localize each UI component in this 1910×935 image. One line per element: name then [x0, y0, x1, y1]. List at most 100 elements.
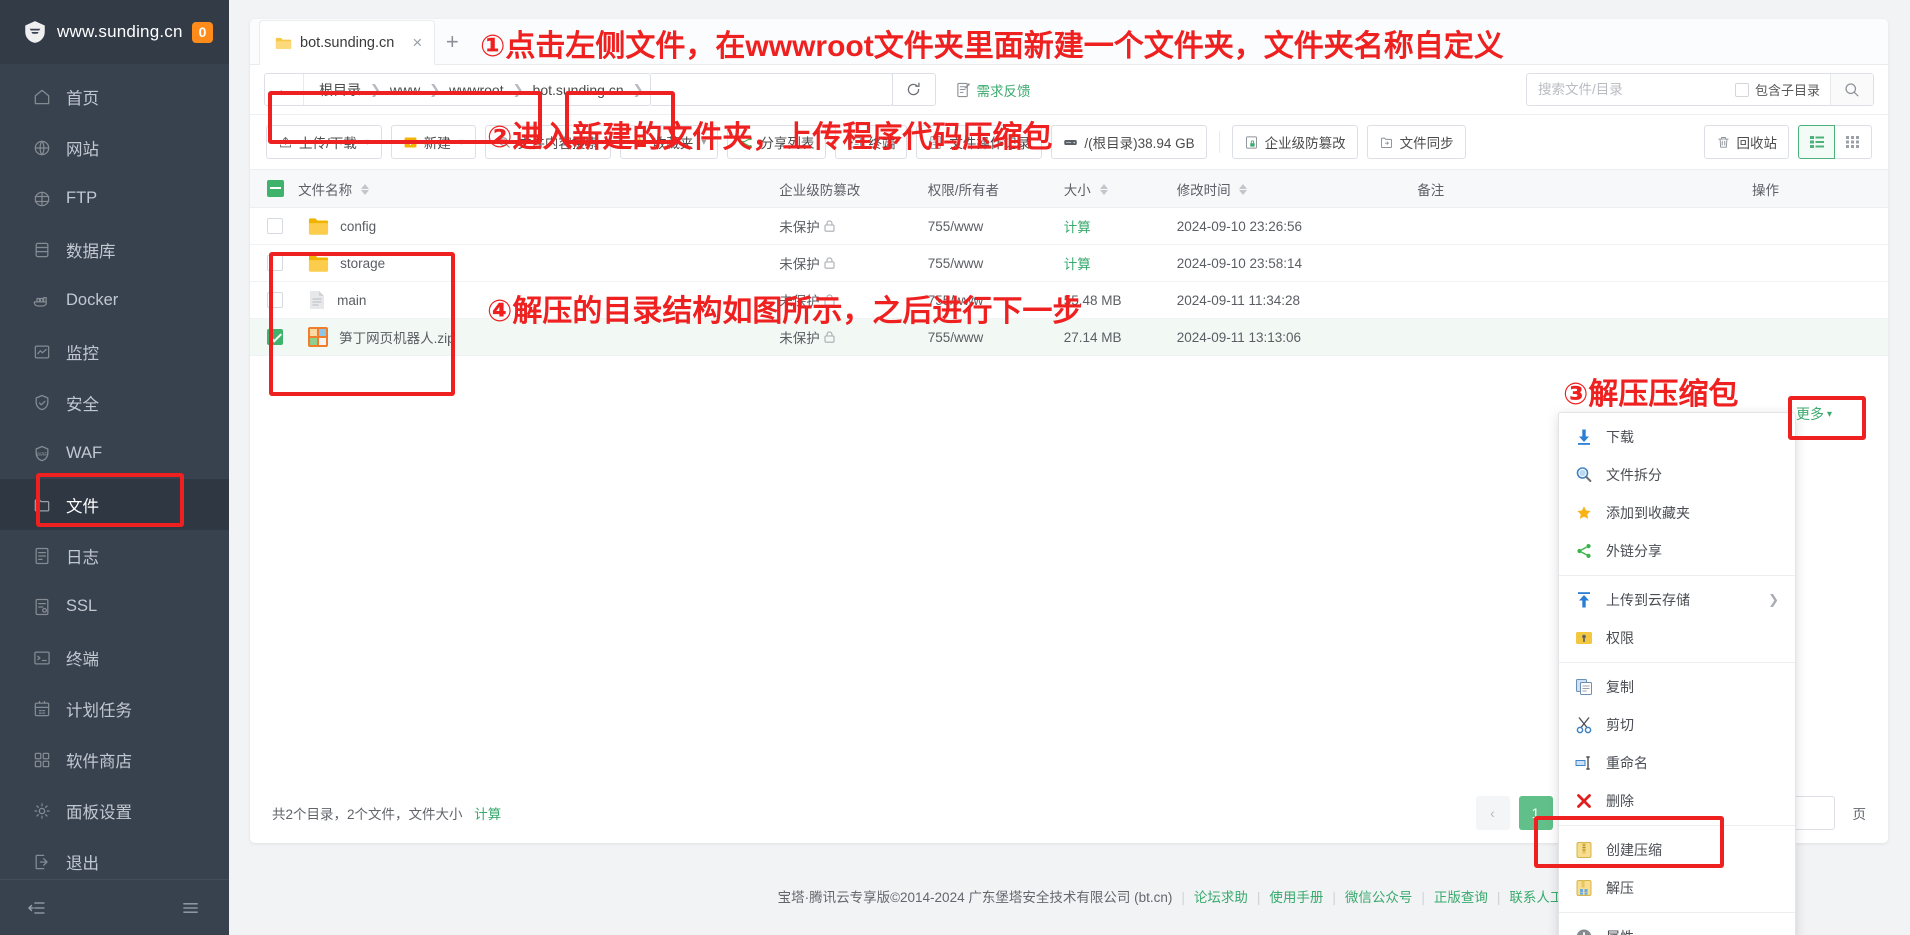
context-menu-item-10[interactable]: 创建压缩 [1559, 831, 1795, 869]
footer-link-1[interactable]: 使用手册 [1269, 890, 1323, 905]
sidebar-item-数据库[interactable]: 数据库 [0, 224, 229, 275]
context-menu-item-6[interactable]: 复制 [1559, 668, 1795, 706]
tab-label: bot.sunding.cn [300, 34, 395, 51]
breadcrumb-item-0[interactable]: 根目录 [310, 80, 370, 100]
row-permission-cell[interactable]: 755/www [927, 207, 1064, 245]
sort-icon[interactable] [1239, 184, 1248, 196]
appstore-icon [34, 752, 50, 767]
feedback-link[interactable]: 需求反馈 [956, 80, 1031, 100]
prev-page-button[interactable]: ‹ [1475, 796, 1510, 830]
sidebar-item-面板设置[interactable]: 面板设置 [0, 785, 229, 836]
sidebar-item-计划任务[interactable]: 计划任务 [0, 683, 229, 734]
table-row[interactable]: config 未保护 755/www 计算 2024-09-10 23:26:56 [250, 207, 1888, 245]
context-menu-item-8[interactable]: 重命名 [1559, 744, 1795, 782]
row-size-calc-link[interactable]: 计算 [1064, 220, 1091, 235]
breadcrumb-item-1[interactable]: www [381, 82, 429, 98]
recycle-bin-button[interactable]: 回收站 [1703, 125, 1789, 159]
row-name-cell[interactable]: config [298, 207, 780, 245]
brand-header[interactable]: www.sunding.cn 0 [0, 0, 229, 64]
context-menu-item-1[interactable]: 文件拆分 [1559, 456, 1795, 494]
context-menu-item-3[interactable]: 外链分享 [1559, 532, 1795, 570]
row-operation-cell[interactable] [1751, 318, 1888, 356]
new-tab-button[interactable]: + [435, 19, 469, 64]
context-menu-item-4[interactable]: 上传到云存储 ❯ [1559, 581, 1795, 619]
sort-icon[interactable] [1099, 184, 1108, 196]
context-menu-item-2[interactable]: 添加到收藏夹 [1559, 494, 1795, 532]
sidebar-item-文件[interactable]: 文件 [0, 479, 229, 530]
lock-icon [824, 257, 835, 269]
row-checkbox[interactable] [267, 255, 283, 272]
tab-bot-sunding-cn[interactable]: bot.sunding.cn × [259, 20, 436, 65]
sidebar-item-label: FTP [66, 189, 98, 207]
row-protect-cell: 未保护 [779, 207, 928, 245]
row-note-cell[interactable] [1417, 244, 1752, 282]
row-checkbox[interactable] [267, 218, 283, 235]
search-input[interactable] [1526, 74, 1735, 105]
page-number-1[interactable]: 1 [1518, 796, 1553, 830]
refresh-button[interactable] [891, 73, 936, 106]
row-note-cell[interactable] [1417, 207, 1752, 245]
row-operation-cell[interactable] [1751, 244, 1888, 282]
context-menu-item-5[interactable]: 权限 [1559, 619, 1795, 657]
info-icon [1576, 929, 1592, 935]
menu-list-icon[interactable] [180, 898, 201, 918]
sidebar-item-SSL[interactable]: SSL [0, 581, 229, 632]
sidebar-item-网站[interactable]: 网站 [0, 122, 229, 173]
sidebar-item-监控[interactable]: 监控 [0, 326, 229, 377]
context-menu-item-12[interactable]: 属性 [1559, 918, 1795, 935]
footer-link-2[interactable]: 微信公众号 [1345, 890, 1413, 905]
header-size[interactable]: 大小 [1063, 169, 1177, 208]
select-all-checkbox[interactable] [267, 180, 284, 197]
search-submit-button[interactable] [1830, 74, 1873, 105]
sidebar-item-日志[interactable]: 日志 [0, 530, 229, 581]
grid-view-button[interactable] [1835, 125, 1872, 159]
sort-icon[interactable] [360, 184, 369, 196]
header-name[interactable]: 文件名称 [298, 169, 780, 208]
toolbar-button-7[interactable]: /(根目录)38.94 GB [1051, 125, 1207, 159]
breadcrumb-item-2[interactable]: wwwroot [440, 82, 512, 98]
context-menu-item-label: 外链分享 [1606, 543, 1662, 559]
toolbar-button-9[interactable]: 文件同步 [1366, 125, 1466, 159]
row-permission-cell[interactable]: 755/www [927, 244, 1064, 282]
feedback-icon [956, 82, 970, 97]
tab-close-icon[interactable]: × [412, 34, 422, 51]
sidebar-item-退出[interactable]: 退出 [0, 836, 229, 879]
path-free-space[interactable] [650, 73, 893, 106]
sidebar-item-首页[interactable]: 首页 [0, 71, 229, 122]
context-menu-item-11[interactable]: 解压 [1559, 869, 1795, 907]
context-menu-item-0[interactable]: 下载 [1559, 418, 1795, 456]
sidebar-item-安全[interactable]: 安全 [0, 377, 229, 428]
context-menu-item-7[interactable]: 剪切 [1559, 706, 1795, 744]
back-button[interactable]: ← [265, 74, 304, 105]
row-size-cell[interactable]: 计算 [1063, 244, 1177, 282]
context-menu-item-9[interactable]: 删除 [1559, 782, 1795, 820]
row-name-cell[interactable]: storage [298, 244, 780, 282]
row-checkbox[interactable] [267, 329, 283, 346]
sidebar-item-WAF[interactable]: WAF WAF [0, 428, 229, 479]
notification-badge[interactable]: 0 [191, 21, 214, 43]
sidebar-item-终端[interactable]: 终端 [0, 632, 229, 683]
list-view-button[interactable] [1798, 125, 1835, 159]
summary-calc-link[interactable]: 计算 [474, 807, 501, 822]
sidebar-item-FTP[interactable]: FTP [0, 173, 229, 224]
toolbar-button-0[interactable]: 上传/下载 ▾ [266, 125, 382, 159]
include-subdir-checkbox[interactable]: 包含子目录 [1734, 80, 1830, 99]
row-operation-cell[interactable] [1751, 281, 1888, 319]
toolbar-button-8[interactable]: 企业级防篡改 [1231, 125, 1358, 159]
footer-link-3[interactable]: 正版查询 [1434, 890, 1488, 905]
header-mtime[interactable]: 修改时间 [1176, 169, 1418, 208]
row-note-cell[interactable] [1417, 281, 1752, 319]
breadcrumb-item-3[interactable]: bot.sunding.cn [524, 82, 633, 98]
row-checkbox[interactable] [267, 292, 283, 309]
collapse-sidebar-icon[interactable] [26, 898, 47, 918]
sidebar-item-Docker[interactable]: Docker [0, 275, 229, 326]
row-note-cell[interactable] [1417, 318, 1752, 356]
footer-link-0[interactable]: 论坛求助 [1194, 890, 1248, 905]
sidebar-item-软件商店[interactable]: 软件商店 [0, 734, 229, 785]
row-operation-cell[interactable] [1751, 207, 1888, 245]
toolbar-button-1[interactable]: 新建 ▾ [390, 125, 476, 159]
row-size-calc-link[interactable]: 计算 [1064, 257, 1091, 272]
more-button[interactable]: 更多 ▾ [1796, 404, 1832, 424]
row-size-cell[interactable]: 计算 [1063, 207, 1177, 245]
table-row[interactable]: storage 未保护 755/www 计算 2024-09-10 23:58:14 [250, 244, 1888, 282]
